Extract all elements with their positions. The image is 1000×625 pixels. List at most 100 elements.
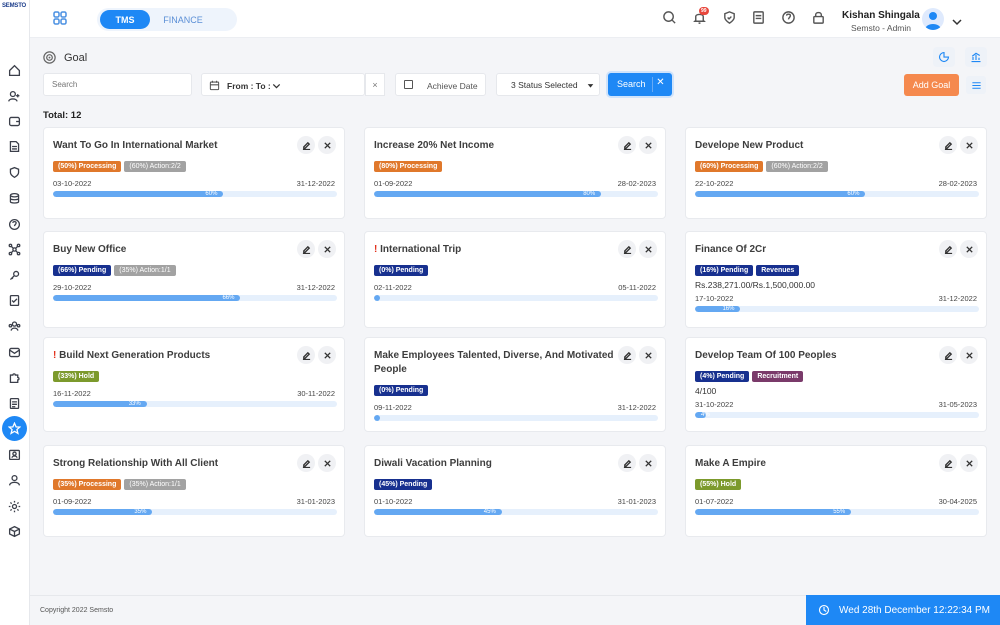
box-icon[interactable]	[5, 522, 23, 540]
status-badge: (16%) Pending	[695, 265, 754, 276]
edit-icon[interactable]	[297, 454, 315, 472]
close-icon[interactable]	[639, 136, 657, 154]
status-badge: (55%) Hold	[695, 479, 742, 490]
badge-group: (80%) Processing	[374, 161, 443, 172]
close-icon[interactable]	[960, 454, 978, 472]
achieve-date-checkbox[interactable]	[404, 80, 413, 89]
close-icon[interactable]	[960, 240, 978, 258]
shield-check-icon[interactable]	[722, 10, 739, 27]
shield-icon[interactable]	[5, 163, 23, 181]
goal-title: Develope New Product	[695, 139, 935, 153]
lock-icon[interactable]	[811, 10, 828, 27]
home-icon[interactable]	[5, 61, 23, 79]
goal-star-icon[interactable]	[2, 416, 27, 441]
puzzle-icon[interactable]	[5, 368, 23, 386]
goal-card[interactable]: Make A Empire (55%) Hold 01-07-2022 30-04-2…	[685, 445, 987, 537]
goal-card[interactable]: ! International Trip (0%) Pending 02-11-20…	[364, 231, 666, 328]
chevron-down-icon	[272, 83, 281, 89]
search-button[interactable]: Search ✕	[608, 73, 672, 96]
edit-icon[interactable]	[297, 136, 315, 154]
key-icon[interactable]	[5, 266, 23, 284]
search-icon[interactable]	[662, 10, 679, 27]
copyright: Copyright 2022 Semsto	[40, 607, 114, 614]
tab-finance[interactable]: FINANCE	[153, 10, 213, 29]
edit-icon[interactable]	[939, 240, 957, 258]
list-view-button[interactable]	[966, 76, 986, 94]
clear-date-button[interactable]: ×	[365, 73, 385, 96]
edit-icon[interactable]	[618, 346, 636, 364]
goal-card[interactable]: Increase 20% Net Income (80%) Processing 0…	[364, 127, 666, 219]
close-icon[interactable]	[960, 136, 978, 154]
status-select[interactable]: 3 Status Selected	[496, 73, 600, 96]
add-goal-button[interactable]: Add Goal	[904, 74, 959, 96]
goal-title-text: Increase 20% Net Income	[374, 140, 495, 151]
status-badge: (0%) Pending	[374, 265, 429, 276]
document-icon[interactable]	[5, 137, 23, 155]
help-circle-icon[interactable]	[781, 10, 798, 27]
goal-card[interactable]: Strong Relationship With All Client (35%)…	[43, 445, 345, 537]
progress-fill	[695, 509, 852, 515]
mail-icon[interactable]	[5, 343, 23, 361]
edit-icon[interactable]	[939, 454, 957, 472]
reset-search-icon[interactable]: ✕	[652, 77, 668, 92]
search-input[interactable]	[43, 73, 192, 96]
total-count: Total: 12	[43, 110, 82, 121]
close-icon[interactable]	[318, 346, 336, 364]
close-icon[interactable]	[960, 346, 978, 364]
edit-icon[interactable]	[618, 454, 636, 472]
goal-card[interactable]: Diwali Vacation Planning (45%) Pending 01-…	[364, 445, 666, 537]
progress-fill	[695, 191, 866, 197]
notification-icon[interactable]: 99	[692, 7, 709, 27]
achieve-date-filter[interactable]: Achieve Date	[395, 73, 486, 96]
date-range-picker[interactable]: From : To :	[201, 73, 365, 96]
goal-card[interactable]: Finance Of 2Cr (16%) Pending Revenues Rs.23…	[685, 231, 987, 328]
brand-logo: SEMSTO	[2, 3, 27, 9]
network-icon[interactable]	[5, 240, 23, 258]
goal-card[interactable]: ! Build Next Generation Products (33%) Ho…	[43, 337, 345, 432]
status-badge: (4%) Pending	[695, 371, 750, 382]
close-icon[interactable]	[318, 136, 336, 154]
goal-card[interactable]: Make Employees Talented, Diverse, And Mo…	[364, 337, 666, 432]
edit-icon[interactable]	[618, 240, 636, 258]
calendar-icon	[209, 80, 220, 91]
goal-card[interactable]: Develope New Product (60%) Processing (60%…	[685, 127, 987, 219]
start-date: 16-11-2022	[53, 389, 91, 398]
id-card-icon[interactable]	[5, 445, 23, 463]
goal-title: Want To Go In International Market	[53, 139, 293, 153]
close-icon[interactable]	[639, 454, 657, 472]
report-icon[interactable]	[5, 394, 23, 412]
close-icon[interactable]	[639, 240, 657, 258]
pie-chart-button[interactable]	[933, 47, 955, 67]
goal-title-text: Develop Team Of 100 Peoples	[695, 350, 837, 361]
status-badge: (60%) Action:2/2	[766, 161, 828, 172]
settings-icon[interactable]	[5, 497, 23, 515]
wallet-icon[interactable]	[5, 112, 23, 130]
help-icon[interactable]	[5, 215, 23, 233]
edit-icon[interactable]	[939, 346, 957, 364]
goal-card[interactable]: Want To Go In International Market (50%) …	[43, 127, 345, 219]
team-icon[interactable]	[5, 317, 23, 335]
chevron-down-icon[interactable]	[952, 14, 962, 26]
profile-icon[interactable]	[5, 471, 23, 489]
end-date: 28-02-2023	[617, 179, 656, 188]
checklist-icon[interactable]	[5, 291, 23, 309]
goal-card[interactable]: Buy New Office (66%) Pending (35%) Action:…	[43, 231, 345, 328]
database-icon[interactable]	[5, 189, 23, 207]
notes-icon[interactable]	[751, 10, 768, 27]
goal-card[interactable]: Develop Team Of 100 Peoples (4%) Pending R…	[685, 337, 987, 432]
status-badge: (35%) Processing	[53, 479, 122, 490]
close-icon[interactable]	[318, 240, 336, 258]
close-icon[interactable]	[639, 346, 657, 364]
close-icon[interactable]	[318, 454, 336, 472]
apps-grid-icon[interactable]	[52, 10, 70, 28]
tab-tms[interactable]: TMS	[100, 10, 150, 29]
edit-icon[interactable]	[939, 136, 957, 154]
analytics-button[interactable]	[965, 47, 987, 67]
avatar[interactable]	[922, 8, 944, 30]
edit-icon[interactable]	[618, 136, 636, 154]
start-date: 17-10-2022	[695, 294, 734, 303]
edit-icon[interactable]	[297, 240, 315, 258]
edit-icon[interactable]	[297, 346, 315, 364]
goal-title: Make Employees Talented, Diverse, And Mo…	[374, 349, 614, 377]
add-user-icon[interactable]	[5, 87, 23, 105]
